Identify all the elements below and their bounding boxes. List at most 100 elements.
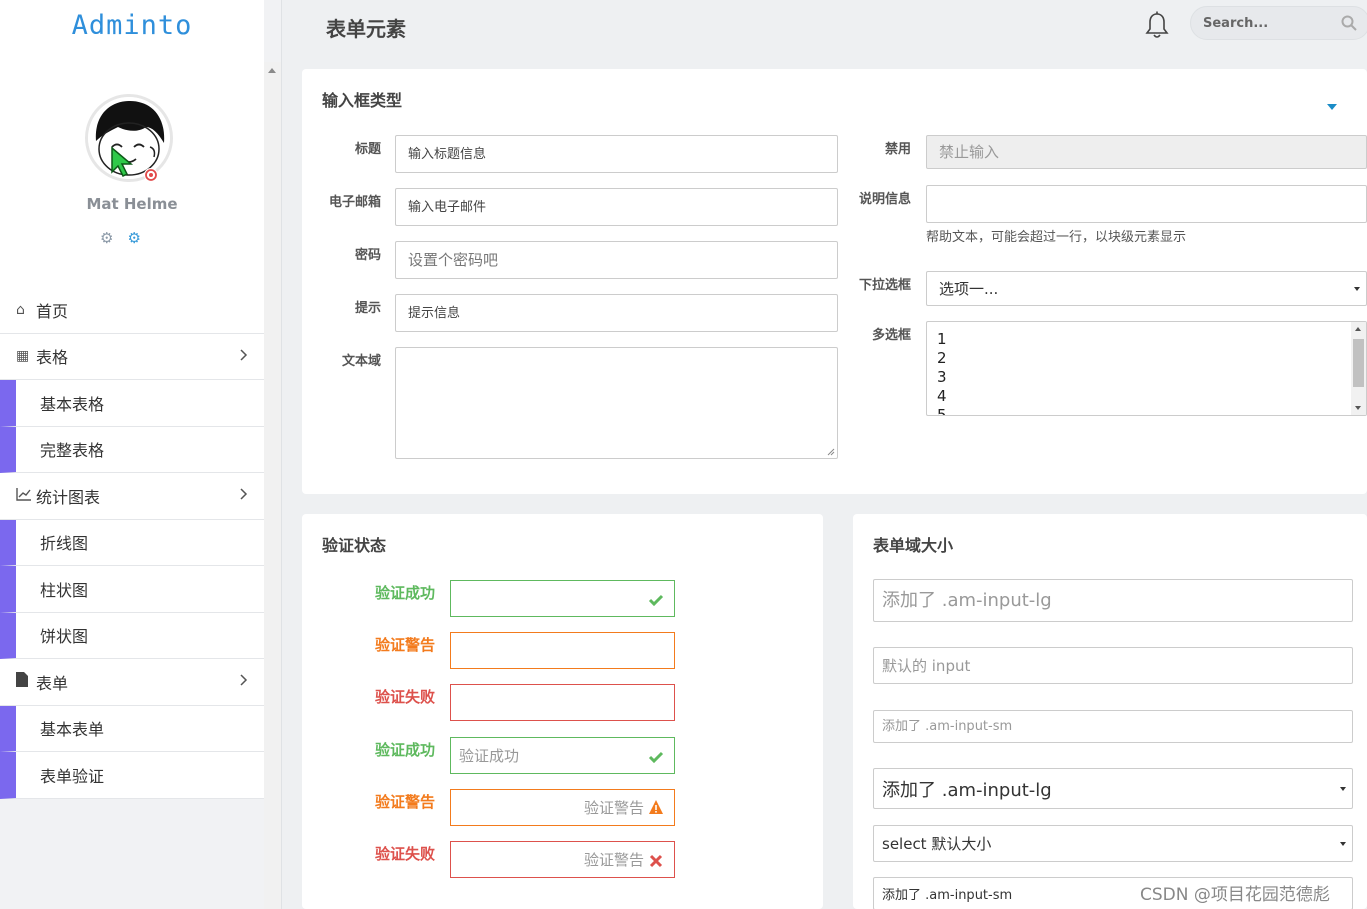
nav-item-tables[interactable]: ▦ 表格 xyxy=(0,333,264,380)
nav-subitem-line-chart[interactable]: 折线图 xyxy=(0,519,264,566)
nav-label: 首页 xyxy=(36,301,69,321)
input-default[interactable] xyxy=(873,647,1353,684)
file-icon xyxy=(16,672,34,691)
nav-subitem-form-validation[interactable]: 表单验证 xyxy=(0,752,264,799)
select-large[interactable]: 添加了 .am-input-lg xyxy=(873,768,1353,809)
input-small[interactable] xyxy=(873,710,1353,743)
success-input-with-placeholder[interactable] xyxy=(450,737,675,774)
sidebar: Adminto Mat Helme ⚙ ⚙ ⌂ 首页 ▦ 表格 基本表格 完整表… xyxy=(0,0,282,909)
home-icon: ⌂ xyxy=(16,301,25,318)
chevron-right-icon xyxy=(240,674,248,686)
chevron-right-icon xyxy=(240,348,248,361)
nav-item-charts[interactable]: 统计图表 xyxy=(0,473,264,520)
input-types-card: 输入框类型 标题 电子邮箱 密码 提示 文本域 禁用 说明信息 帮助文本，可能会… xyxy=(302,69,1367,494)
textarea-label: 文本域 xyxy=(341,354,381,369)
title-input[interactable] xyxy=(395,135,838,173)
nav-subitem-full-table[interactable]: 完整表格 xyxy=(0,426,264,473)
error-input-with-placeholder[interactable] xyxy=(450,841,675,878)
nav-label: 表格 xyxy=(36,348,69,368)
password-label: 密码 xyxy=(354,248,381,263)
success-label: 验证成功 xyxy=(374,584,435,602)
chevron-right-icon xyxy=(240,488,248,500)
hint-label: 提示 xyxy=(354,301,381,316)
nav-item-forms[interactable]: 表单 xyxy=(0,659,264,706)
sidebar-scrollbar[interactable] xyxy=(264,62,281,909)
nav-subitem-bar-chart[interactable]: 柱状图 xyxy=(0,566,264,613)
search-icon[interactable] xyxy=(1341,15,1357,31)
textarea-input[interactable] xyxy=(395,347,838,459)
collapse-caret-icon[interactable] xyxy=(1327,104,1337,110)
search-box xyxy=(1190,6,1367,40)
error-input[interactable] xyxy=(450,684,675,721)
search-input[interactable] xyxy=(1203,7,1323,39)
multi-option[interactable]: 1 xyxy=(927,330,1366,349)
card-title: 表单域大小 xyxy=(873,536,954,555)
line-chart-icon xyxy=(16,487,34,505)
error-label: 验证失败 xyxy=(374,688,435,706)
profile-username: Mat Helme xyxy=(86,195,178,213)
user-profile: Mat Helme ⚙ ⚙ xyxy=(0,52,264,287)
description-input[interactable] xyxy=(926,185,1367,223)
disabled-label: 禁用 xyxy=(884,142,911,157)
card-title: 验证状态 xyxy=(322,536,387,555)
select-value: select 默认大小 xyxy=(882,835,992,853)
app-logo[interactable]: Adminto xyxy=(72,10,193,41)
warning-input[interactable] xyxy=(450,632,675,669)
multi-option[interactable]: 3 xyxy=(927,368,1366,387)
multi-option[interactable]: 5 xyxy=(927,406,1366,415)
config-gear-icon[interactable]: ⚙ xyxy=(127,229,140,247)
nav-subitem-basic-form[interactable]: 基本表单 xyxy=(0,705,264,752)
topbar: 表单元素 xyxy=(282,0,1367,56)
disabled-input xyxy=(926,135,1367,169)
multi-option[interactable]: 4 xyxy=(927,387,1366,406)
title-label: 标题 xyxy=(354,142,381,157)
select-default[interactable]: select 默认大小 xyxy=(873,825,1353,862)
description-label: 说明信息 xyxy=(858,192,911,207)
nav-item-home[interactable]: ⌂ 首页 xyxy=(0,287,264,334)
caret-down-icon xyxy=(1340,841,1346,846)
mouse-cursor-icon xyxy=(111,146,134,178)
password-input[interactable] xyxy=(395,241,838,279)
caret-down-icon xyxy=(1354,286,1360,291)
card-title: 输入框类型 xyxy=(322,91,403,110)
check-icon xyxy=(648,594,664,607)
multi-select-scrollbar[interactable] xyxy=(1351,322,1366,415)
nav-subitem-pie-chart[interactable]: 饼状图 xyxy=(0,612,264,659)
warning-label: 验证警告 xyxy=(374,793,435,811)
caret-down-icon xyxy=(1340,786,1346,791)
settings-gear-icon[interactable]: ⚙ xyxy=(100,229,113,247)
multi-select[interactable]: 1 2 3 4 5 xyxy=(926,321,1367,416)
offline-status-icon xyxy=(144,168,158,182)
help-text: 帮助文本，可能会超过一行，以块级元素显示 xyxy=(926,230,1187,245)
multi-option[interactable]: 2 xyxy=(927,349,1366,368)
table-icon: ▦ xyxy=(16,348,30,365)
select-value: 添加了 .am-input-lg xyxy=(882,779,1052,801)
email-input[interactable] xyxy=(395,188,838,226)
select-label: 下拉选框 xyxy=(858,278,911,293)
logo-area: Adminto xyxy=(0,0,264,52)
hint-input[interactable] xyxy=(395,294,838,332)
nav-subitem-basic-table[interactable]: 基本表格 xyxy=(0,380,264,427)
sidebar-nav: ⌂ 首页 ▦ 表格 基本表格 完整表格 统计图表 折线图 柱状图 饼状图 表单 … xyxy=(0,287,264,799)
select-value: 选项一... xyxy=(939,280,999,298)
success-input[interactable] xyxy=(450,580,675,617)
close-icon xyxy=(649,854,663,868)
warning-icon xyxy=(649,800,663,814)
nav-label: 表单 xyxy=(36,673,69,693)
resize-handle-icon[interactable] xyxy=(827,448,835,456)
validation-card: 验证状态 验证成功 验证警告 验证失败 验证成功 验证警告 验证失败 xyxy=(302,514,823,909)
warning-label: 验证警告 xyxy=(374,636,435,654)
input-large[interactable] xyxy=(873,579,1353,622)
watermark: CSDN @项目花园范德彪 xyxy=(1140,885,1330,905)
success-label: 验证成功 xyxy=(374,741,435,759)
check-icon xyxy=(648,751,664,764)
email-label: 电子邮箱 xyxy=(328,195,381,210)
dropdown-select[interactable]: 选项一... xyxy=(926,271,1367,306)
input-sizes-card: 表单域大小 添加了 .am-input-lg select 默认大小 添加了 .… xyxy=(853,514,1367,909)
warning-input-with-placeholder[interactable] xyxy=(450,789,675,826)
multi-select-label: 多选框 xyxy=(871,328,911,343)
nav-label: 统计图表 xyxy=(36,487,101,507)
error-label: 验证失败 xyxy=(374,845,435,863)
profile-actions: ⚙ ⚙ xyxy=(100,229,141,247)
bell-icon[interactable] xyxy=(1145,11,1169,39)
